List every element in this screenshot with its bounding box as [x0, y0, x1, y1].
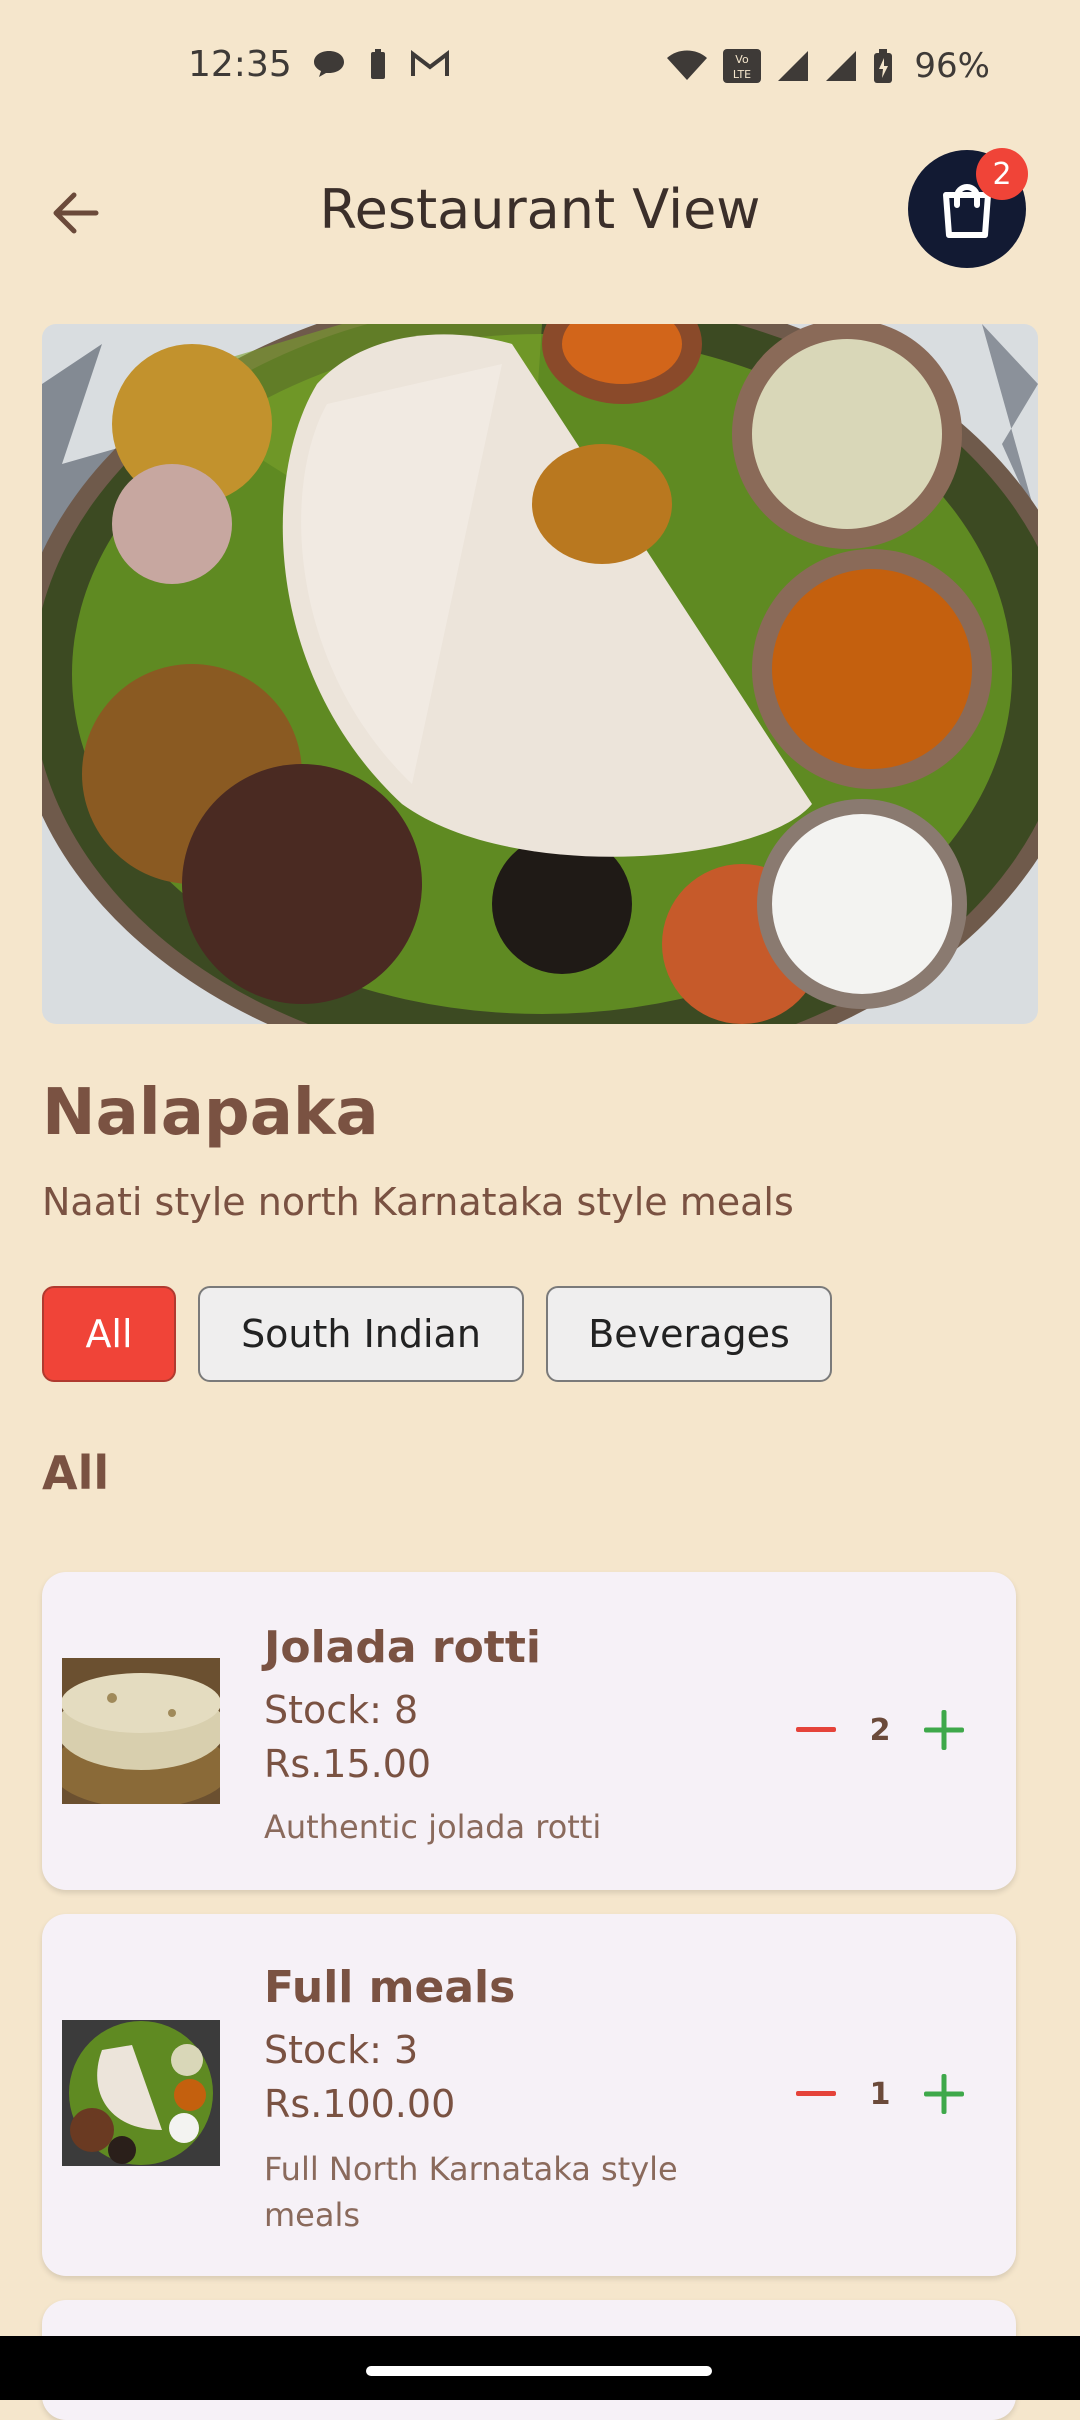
notification-icons — [312, 48, 450, 80]
section-title: All — [42, 1446, 110, 1500]
quantity-stepper: 1 — [786, 2064, 974, 2124]
item-quantity: 1 — [869, 2076, 891, 2112]
item-thumbnail — [62, 1658, 220, 1804]
item-name: Full meals — [264, 1962, 516, 2013]
app-header: Restaurant View 2 — [0, 148, 1080, 270]
battery-percentage: 96% — [914, 46, 990, 86]
signal-icon-2 — [826, 51, 857, 81]
home-gesture-handle[interactable] — [366, 2366, 712, 2376]
gmail-icon — [411, 49, 449, 76]
item-quantity: 2 — [869, 1712, 891, 1748]
restaurant-description: Naati style north Karnataka style meals — [42, 1180, 794, 1224]
status-time: 12:35 — [188, 44, 292, 85]
volte-icon: Vo LTE — [723, 49, 762, 83]
menu-item-card[interactable]: Jolada rotti Stock: 8 Rs.15.00 Authentic… — [42, 1572, 1016, 1890]
item-description: Authentic jolada rotti — [264, 1808, 602, 1846]
restaurant-name: Nalapaka — [42, 1076, 379, 1150]
item-thumbnail — [62, 2020, 220, 2166]
filter-chip-all[interactable]: All — [42, 1286, 176, 1382]
item-price: Rs.15.00 — [264, 1742, 432, 1786]
plus-icon — [924, 2074, 964, 2114]
minus-icon — [796, 1727, 836, 1732]
menu-item-card[interactable]: Full meals Stock: 3 Rs.100.00 Full North… — [42, 1914, 1016, 2276]
svg-text:Vo: Vo — [736, 53, 750, 66]
battery-icon — [874, 49, 893, 83]
system-navigation-bar — [0, 2336, 1080, 2400]
item-description: Full North Karnataka style meals — [264, 2150, 678, 2234]
svg-text:LTE: LTE — [733, 68, 751, 81]
minus-icon — [796, 2091, 836, 2096]
cart-count-badge: 2 — [976, 148, 1028, 200]
status-bar: 12:35 Vo LTE 96% — [0, 0, 1080, 135]
increase-button[interactable] — [914, 1700, 974, 1760]
item-name: Jolada rotti — [264, 1622, 541, 1673]
decrease-button[interactable] — [786, 2064, 846, 2124]
decrease-button[interactable] — [786, 1700, 846, 1760]
quantity-stepper: 2 — [786, 1700, 974, 1760]
filter-chip-south-indian[interactable]: South Indian — [198, 1286, 524, 1382]
chat-icon — [314, 51, 344, 77]
category-filters: All South Indian Beverages — [42, 1286, 832, 1382]
item-stock: Stock: 8 — [264, 1688, 419, 1732]
wifi-icon — [667, 50, 708, 80]
increase-button[interactable] — [914, 2064, 974, 2124]
filter-chip-beverages[interactable]: Beverages — [546, 1286, 832, 1382]
restaurant-hero-image — [42, 324, 1038, 1024]
plus-icon — [924, 1710, 964, 1750]
signal-icon — [778, 51, 809, 81]
battery-small-icon — [371, 49, 385, 79]
system-icons: Vo LTE 96% — [666, 46, 990, 86]
item-stock: Stock: 3 — [264, 2028, 419, 2072]
item-price: Rs.100.00 — [264, 2082, 456, 2126]
